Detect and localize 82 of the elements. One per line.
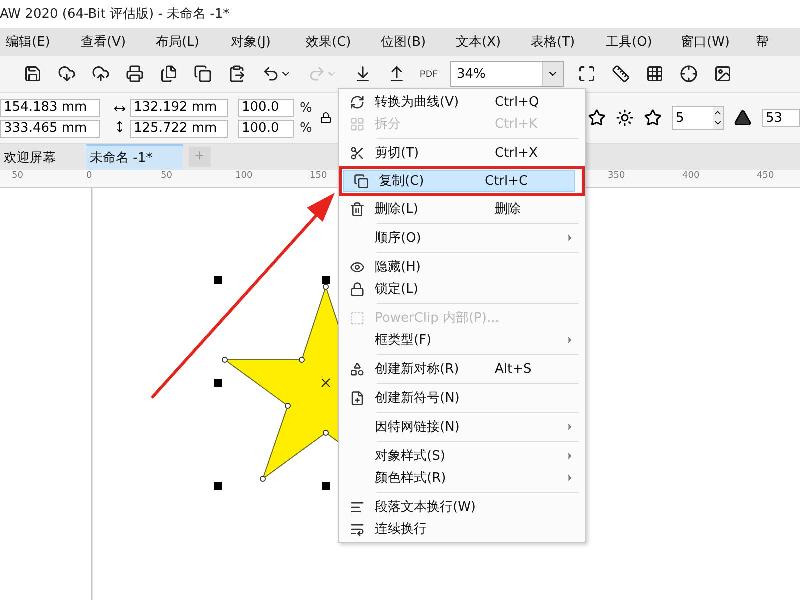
- x-position-field[interactable]: 154.183 mm: [0, 98, 100, 116]
- selection-handle[interactable]: [322, 276, 330, 284]
- wrap-text-icon: [350, 522, 364, 536]
- node-handle[interactable]: [260, 476, 266, 482]
- menu-item[interactable]: 编辑(E): [6, 33, 81, 51]
- context-menu-item[interactable]: 框类型(F): [339, 329, 585, 351]
- triangle-icon: [734, 109, 752, 127]
- pdf-button[interactable]: PDF: [420, 69, 438, 79]
- ruler-label: 350: [608, 171, 626, 181]
- lock-icon[interactable]: [320, 112, 332, 124]
- menu-item[interactable]: 工具(O): [606, 33, 681, 51]
- paragraph-icon: [350, 500, 364, 514]
- context-menu-item[interactable]: 连续换行: [339, 518, 585, 540]
- center-mark-icon: [321, 378, 331, 388]
- percent-label: %: [300, 100, 312, 116]
- copy-icon: [354, 174, 368, 188]
- shapes-icon: [350, 362, 364, 376]
- selection-handle[interactable]: [214, 379, 222, 387]
- node-handle[interactable]: [299, 357, 305, 363]
- frame-icon: [350, 310, 364, 326]
- trash-icon: [350, 202, 364, 216]
- context-menu-item[interactable]: 创建新对称(R) Alt+S: [339, 358, 585, 380]
- copy-icon[interactable]: [192, 63, 214, 85]
- menu-item[interactable]: 帮: [756, 33, 800, 51]
- context-menu-item[interactable]: 对象样式(S): [339, 445, 585, 467]
- percent-label: %: [300, 120, 312, 136]
- points-spinner[interactable]: 5: [672, 106, 724, 130]
- lock-icon: [350, 282, 364, 296]
- context-menu-item[interactable]: 锁定(L): [339, 278, 585, 300]
- node-handle[interactable]: [323, 284, 329, 290]
- printer-icon[interactable]: [124, 63, 146, 85]
- context-menu-item[interactable]: 删除(L) 删除: [339, 198, 585, 220]
- context-menu-item[interactable]: 因特网链接(N): [339, 416, 585, 438]
- context-menu-item[interactable]: 复制(C) Ctrl+C: [343, 170, 575, 192]
- ruler-label: 50: [12, 171, 24, 181]
- star-icon[interactable]: [644, 109, 662, 127]
- selection-handle[interactable]: [322, 482, 330, 490]
- y-position-field[interactable]: 333.465 mm: [0, 120, 100, 138]
- node-handle[interactable]: [323, 430, 329, 436]
- eye-icon: [350, 260, 364, 274]
- menu-item[interactable]: 效果(C): [306, 33, 381, 51]
- menu-item[interactable]: 文本(X): [456, 33, 531, 51]
- sun-icon[interactable]: [616, 109, 634, 127]
- menu-item[interactable]: 位图(B): [381, 33, 456, 51]
- context-menu-item[interactable]: 隐藏(H): [339, 256, 585, 278]
- selection-handle[interactable]: [214, 276, 222, 284]
- document-tab[interactable]: 未命名 -1*: [86, 144, 183, 170]
- node-handle[interactable]: [222, 357, 228, 363]
- menu-item[interactable]: 布局(L): [156, 33, 231, 51]
- height-field[interactable]: 125.722 mm: [130, 120, 228, 138]
- ruler-label: 150: [310, 171, 328, 181]
- scale-y-field[interactable]: 100.0: [238, 120, 294, 138]
- context-menu-item[interactable]: 创建新符号(N): [339, 387, 585, 409]
- scale-x-field[interactable]: 100.0: [238, 98, 294, 116]
- menu-item[interactable]: 窗口(W): [681, 33, 756, 51]
- menu-item[interactable]: 表格(T): [531, 33, 606, 51]
- width-field[interactable]: 132.192 mm: [130, 98, 228, 116]
- menu-item[interactable]: 对象(J): [231, 33, 306, 51]
- file-plus-icon: [350, 390, 364, 406]
- context-menu-item[interactable]: 剪切(T) Ctrl+X: [339, 142, 585, 164]
- menu-item[interactable]: 查看(V): [81, 33, 156, 51]
- ruler-label: 50: [161, 171, 172, 181]
- node-handle[interactable]: [285, 403, 291, 409]
- grid-icon: [350, 116, 364, 132]
- zoom-combobox[interactable]: 34%: [450, 61, 564, 87]
- ruler-label: 0: [86, 171, 92, 181]
- context-menu-item[interactable]: 颜色样式(R): [339, 467, 585, 489]
- ruler-icon[interactable]: [610, 63, 632, 85]
- context-menu-item[interactable]: 转换为曲线(V) Ctrl+Q: [339, 91, 585, 113]
- ruler-label: 400: [682, 171, 700, 181]
- star-icon[interactable]: [588, 109, 606, 127]
- sharpness-field[interactable]: 53: [762, 109, 800, 127]
- ruler-label: 450: [757, 171, 774, 181]
- scissors-icon: [350, 146, 364, 160]
- context-menu-item[interactable]: 顺序(O): [339, 227, 585, 249]
- guidelines-icon[interactable]: [678, 63, 700, 85]
- document-tab[interactable]: 欢迎屏幕: [0, 144, 86, 170]
- selection-handle[interactable]: [214, 482, 222, 490]
- curve-convert-icon: [350, 94, 364, 110]
- ruler-label: 100: [236, 171, 253, 181]
- window-title: AW 2020 (64-Bit 评估版) - 未命名 -1*: [0, 6, 230, 23]
- context-menu-item[interactable]: 段落文本换行(W): [339, 496, 585, 518]
